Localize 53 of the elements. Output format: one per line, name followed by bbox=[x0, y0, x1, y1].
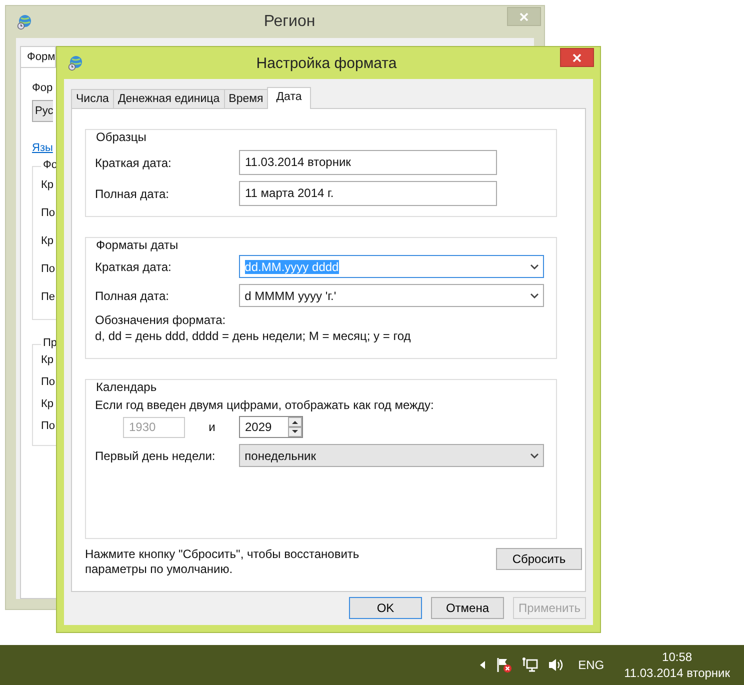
label: Фор bbox=[32, 81, 53, 96]
label: По bbox=[41, 262, 56, 277]
clock[interactable]: 10:58 11.03.2014 вторник bbox=[624, 649, 730, 681]
close-icon bbox=[572, 52, 582, 62]
label: Первый день недели: bbox=[95, 448, 216, 462]
tab[interactable]: Время bbox=[224, 89, 268, 108]
globe-clock-icon bbox=[67, 55, 83, 71]
reset-hint: Нажмите кнопку "Сбросить", чтобы восстановить параметры по умолчанию. bbox=[85, 547, 360, 577]
label: d, dd = день ddd, dddd = день недели; M = месяц; y = год bbox=[95, 329, 412, 343]
dialog-title: Настройка формата bbox=[255, 54, 398, 72]
label: Обозначения формата: bbox=[95, 313, 227, 327]
label: Кр bbox=[41, 397, 54, 412]
caret-icon bbox=[530, 292, 539, 298]
label: Полная дата: bbox=[95, 288, 170, 302]
dialog-button[interactable]: Отмена bbox=[431, 597, 504, 619]
tab[interactable]: Денежная единица bbox=[112, 89, 225, 108]
tab[interactable]: Дата bbox=[267, 87, 311, 109]
label: Кр bbox=[41, 234, 54, 249]
dropdown[interactable]: d MMMM yyyy 'г.' bbox=[238, 284, 544, 307]
link[interactable]: Язы bbox=[32, 142, 53, 154]
spin-arrows-icon[interactable] bbox=[288, 417, 302, 437]
tab[interactable]: Форм bbox=[20, 46, 56, 67]
close-button[interactable] bbox=[560, 48, 594, 67]
window-title: Регион bbox=[262, 13, 316, 31]
dialog-button[interactable]: OK bbox=[349, 597, 422, 619]
group-title: Образцы bbox=[94, 130, 148, 144]
label: Кр bbox=[41, 353, 54, 368]
caret-icon bbox=[530, 452, 539, 458]
caret-icon bbox=[530, 264, 539, 270]
speaker-icon[interactable] bbox=[548, 657, 564, 673]
show-hidden-icons-icon[interactable] bbox=[480, 661, 486, 669]
group-title: Календарь bbox=[94, 380, 159, 394]
label: По bbox=[41, 206, 56, 221]
label: и bbox=[208, 420, 216, 434]
label: Пе bbox=[41, 290, 56, 305]
language-indicator[interactable]: ENG bbox=[578, 658, 604, 672]
label: Полная дата: bbox=[95, 186, 170, 200]
label: Краткая дата: bbox=[95, 260, 172, 274]
network-icon[interactable] bbox=[522, 657, 538, 673]
label: По bbox=[41, 419, 56, 434]
label: Кр bbox=[41, 178, 54, 193]
reset-button[interactable]: Сбросить bbox=[496, 548, 582, 570]
label: По bbox=[41, 375, 56, 390]
flag-error-icon[interactable] bbox=[496, 657, 512, 673]
globe-clock-icon bbox=[16, 14, 32, 30]
group-title: Форматы даты bbox=[94, 238, 180, 252]
dropdown[interactable]: Рус bbox=[32, 100, 54, 122]
label: Если год введен двумя цифрами, отображать как год между: bbox=[95, 398, 435, 412]
year-spinner[interactable]: 2029 bbox=[239, 416, 303, 438]
close-icon bbox=[519, 12, 529, 22]
tab[interactable]: Числа bbox=[71, 89, 114, 108]
label: Краткая дата: bbox=[95, 156, 172, 170]
dropdown[interactable]: понедельник bbox=[238, 444, 544, 467]
